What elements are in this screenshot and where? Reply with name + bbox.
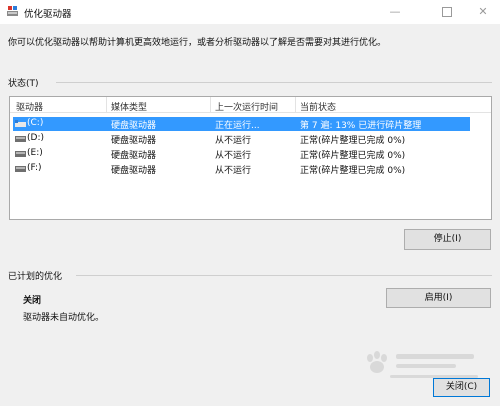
drives-list[interactable]: 驱动器 媒体类型 上一次运行时间 当前状态 (C:) 硬盘驱动器 正在运行...… (9, 96, 492, 220)
defrag-app-icon (7, 6, 18, 16)
drive-name: (F:) (27, 163, 42, 173)
close-window-button[interactable]: ✕ (468, 0, 498, 24)
drive-row-d[interactable]: (D:) 硬盘驱动器 从不运行 正常(碎片整理已完成 0%) (13, 132, 470, 146)
column-separator (295, 97, 296, 112)
drive-last-run: 正在运行... (215, 121, 260, 131)
close-icon: ✕ (478, 5, 488, 18)
windows-drive-icon (15, 120, 26, 127)
column-media-type[interactable]: 媒体类型 (111, 100, 147, 113)
drive-icon (15, 166, 26, 172)
drive-icon (15, 151, 26, 157)
maximize-button[interactable] (432, 0, 462, 24)
column-current-status[interactable]: 当前状态 (300, 100, 336, 113)
drive-last-run: 从不运行 (215, 151, 252, 161)
maximize-icon (442, 7, 452, 17)
drive-media-type: 硬盘驱动器 (111, 166, 157, 176)
schedule-state: 关闭 (23, 296, 42, 306)
drive-name: (C:) (27, 118, 44, 128)
column-last-run[interactable]: 上一次运行时间 (215, 100, 278, 113)
watermark-logo (367, 351, 478, 378)
window-title: 优化驱动器 (24, 9, 72, 20)
drive-name: (E:) (27, 148, 43, 158)
drive-status: 正常(碎片整理已完成 0%) (300, 166, 406, 176)
stop-button[interactable]: 停止(I) (404, 229, 491, 250)
drive-media-type: 硬盘驱动器 (111, 121, 157, 131)
minimize-icon: — (389, 5, 401, 18)
drive-status: 正常(碎片整理已完成 0%) (300, 151, 406, 161)
drive-media-type: 硬盘驱动器 (111, 136, 157, 146)
drives-list-header: 驱动器 媒体类型 上一次运行时间 当前状态 (10, 97, 491, 113)
drive-row-e[interactable]: (E:) 硬盘驱动器 从不运行 正常(碎片整理已完成 0%) (13, 147, 470, 161)
schedule-detail: 驱动器未自动优化。 (23, 313, 105, 323)
drive-name: (D:) (27, 133, 44, 143)
drive-last-run: 从不运行 (215, 166, 252, 176)
drive-media-type: 硬盘驱动器 (111, 151, 157, 161)
enable-button[interactable]: 启用(I) (386, 288, 491, 308)
status-section-label: 状态(T) (8, 79, 39, 89)
column-separator (210, 97, 211, 112)
status-divider (56, 82, 492, 83)
close-button[interactable]: 关闭(C) (433, 378, 490, 397)
description-text: 你可以优化驱动器以帮助计算机更高效地运行，或者分析驱动器以了解是否需要对其进行优… (8, 38, 387, 48)
minimize-button[interactable]: — (380, 0, 410, 24)
schedule-section-label: 已计划的优化 (8, 272, 63, 282)
drive-status: 第 7 遍: 13% 已进行碎片整理 (300, 121, 422, 131)
schedule-divider (76, 275, 492, 276)
title-bar: 优化驱动器 — ✕ (0, 0, 500, 24)
drive-row-f[interactable]: (F:) 硬盘驱动器 从不运行 正常(碎片整理已完成 0%) (13, 162, 470, 176)
drive-status: 正常(碎片整理已完成 0%) (300, 136, 406, 146)
drive-last-run: 从不运行 (215, 136, 252, 146)
drive-row-c[interactable]: (C:) 硬盘驱动器 正在运行... 第 7 遍: 13% 已进行碎片整理 (13, 117, 470, 131)
column-separator (106, 97, 107, 112)
column-drive[interactable]: 驱动器 (16, 100, 43, 113)
drive-icon (15, 136, 26, 142)
